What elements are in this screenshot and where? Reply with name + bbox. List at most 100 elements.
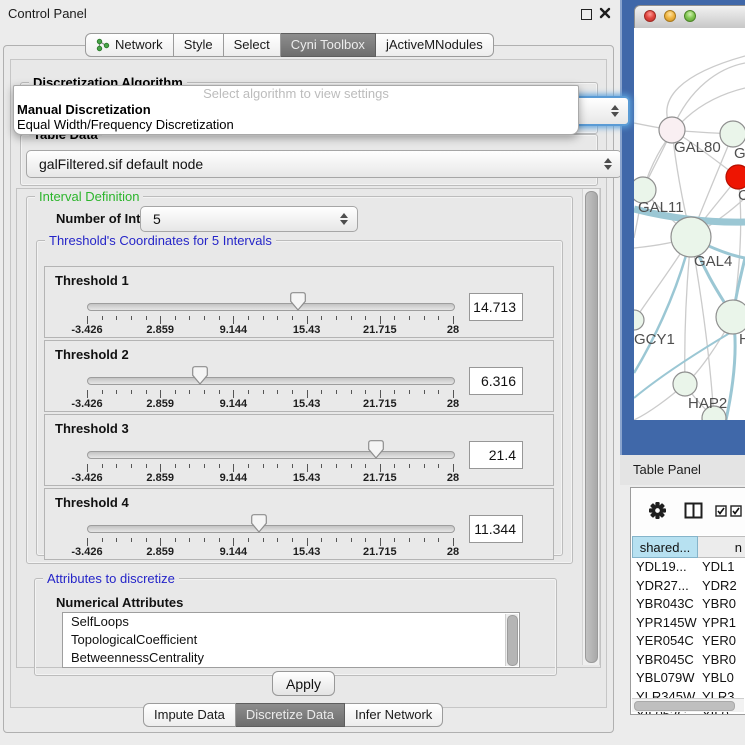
slider-thumb[interactable] [251,514,267,533]
attributes-scrollbar[interactable] [505,614,518,666]
number-of-intervals-combobox[interactable]: 5 [140,206,358,232]
slider-tick [233,538,234,546]
threshold-value-field[interactable]: 6.316 [469,367,523,395]
table-row[interactable]: YBL079WYBL0 [632,669,745,688]
settings-scrollbar[interactable] [582,189,600,665]
attributes-scrollbar-thumb[interactable] [507,615,518,666]
table-data-combobox[interactable]: galFiltered.sif default node [26,150,622,178]
slider-tick [219,316,220,320]
slider-track[interactable] [87,525,455,533]
slider-tick [409,538,410,542]
tab-style[interactable]: Style [174,33,224,57]
close-traffic-light[interactable] [644,10,656,22]
attribute-items: SelfLoopsTopologicalCoefficientBetweenne… [63,613,519,667]
table-cell-shared-name[interactable]: YBR045C [632,651,698,670]
table-row[interactable]: YER054CYER0 [632,632,745,651]
column-header-name[interactable]: n [698,536,745,558]
table-row[interactable]: YDL19...YDL1 [632,558,745,577]
network-window-titlebar[interactable] [634,5,745,29]
table-cell-name[interactable]: YPR1 [698,614,745,633]
minimize-traffic-light[interactable] [664,10,676,22]
slider-thumb[interactable] [192,366,208,385]
threshold-value-field[interactable]: 21.4 [469,441,523,469]
checkbox-icon[interactable] [730,505,742,517]
slider-tick [438,316,439,320]
slider-tick [116,390,117,394]
table-rows: YDL19...YDL1YDR27...YDR2YBR043CYBR0YPR14… [632,558,745,715]
slider-tick [409,390,410,394]
split-view-icon[interactable] [684,502,703,519]
table-cell-shared-name[interactable]: YBL079W [632,669,698,688]
slider-tick-label: 15.43 [293,324,321,336]
apply-button[interactable]: Apply [272,671,335,696]
slider-tick [233,390,234,398]
threshold-value-field[interactable]: 11.344 [469,515,523,543]
tab-network[interactable]: Network [85,33,174,57]
table-cell-shared-name[interactable]: YBR043C [632,595,698,614]
network-node[interactable] [634,310,644,330]
threshold-label: Threshold 1 [55,273,129,288]
slider-tick [438,390,439,394]
tab-select[interactable]: Select [224,33,281,57]
slider-tick [160,390,161,398]
network-edge [672,63,745,130]
network-graph[interactable]: GAL80GACGAL11GAL4GCY1HHAP2 [634,28,745,420]
table-row[interactable]: YBR045CYBR0 [632,651,745,670]
slider-tick [438,538,439,542]
slider-tick [116,464,117,468]
bottom-tab-discretize-data[interactable]: Discretize Data [236,703,345,727]
checkbox-icon[interactable] [715,505,727,517]
float-window-icon[interactable] [581,9,592,20]
tab-cyni-toolbox[interactable]: Cyni Toolbox [281,33,376,57]
tab-jactivemnodules[interactable]: jActiveMNodules [376,33,494,57]
table-horizontal-scrollbar-thumb[interactable] [634,701,735,711]
table-row[interactable]: YPR145WYPR1 [632,614,745,633]
slider-tick-label: 21.715 [363,546,397,558]
table-row[interactable]: YBR043CYBR0 [632,595,745,614]
slider-track[interactable] [87,303,455,311]
slider-thumb[interactable] [290,292,306,311]
bottom-tab-impute-data[interactable]: Impute Data [143,703,236,727]
settings-scrollbar-thumb[interactable] [585,191,598,663]
table-horizontal-scrollbar[interactable] [632,698,744,712]
close-icon[interactable] [599,7,611,19]
table-cell-name[interactable]: YER0 [698,632,745,651]
attribute-item-betweennesscentrality[interactable]: BetweennessCentrality [63,649,519,667]
table-cell-name[interactable]: YBR0 [698,595,745,614]
slider-track[interactable] [87,377,455,385]
slider-thumb[interactable] [368,440,384,459]
network-node[interactable] [726,165,745,189]
slider-tick [175,538,176,542]
threshold-value-field[interactable]: 14.713 [469,293,523,321]
network-node[interactable] [673,372,697,396]
attribute-item-selfloops[interactable]: SelfLoops [63,613,519,631]
network-node[interactable] [716,300,745,334]
gear-icon[interactable] [649,502,666,519]
table-cell-name[interactable]: YDL1 [698,558,745,577]
network-node[interactable] [720,121,745,147]
table-cell-shared-name[interactable]: YDL19... [632,558,698,577]
zoom-traffic-light[interactable] [684,10,696,22]
slider-tick [131,316,132,320]
slider-tick [277,390,278,394]
table-cell-shared-name[interactable]: YPR145W [632,614,698,633]
network-node[interactable] [671,217,711,257]
dropdown-option-manual-discretization[interactable]: Manual Discretization [14,102,578,117]
table-cell-shared-name[interactable]: YDR27... [632,577,698,596]
slider-track[interactable] [87,451,455,459]
bottom-tab-infer-network[interactable]: Infer Network [345,703,443,727]
table-cell-shared-name[interactable]: YER054C [632,632,698,651]
slider-tick [87,464,88,472]
attribute-item-topologicalcoefficient[interactable]: TopologicalCoefficient [63,631,519,649]
network-canvas[interactable]: GAL80GACGAL11GAL4GCY1HHAP2 [634,28,745,420]
table-cell-name[interactable]: YBR0 [698,651,745,670]
table-row[interactable]: YDR27...YDR2 [632,577,745,596]
table-cell-name[interactable]: YDR2 [698,577,745,596]
slider-tick [292,316,293,320]
combo-arrows-icon [611,105,619,117]
column-header-shared-name[interactable]: shared... [632,536,698,558]
dropdown-option-equal-width-frequency-discretization[interactable]: Equal Width/Frequency Discretization [14,117,578,132]
attributes-group-title: Attributes to discretize [43,571,179,586]
table-cell-name[interactable]: YBL0 [698,669,745,688]
numerical-attributes-list[interactable]: SelfLoopsTopologicalCoefficientBetweenne… [62,612,520,668]
